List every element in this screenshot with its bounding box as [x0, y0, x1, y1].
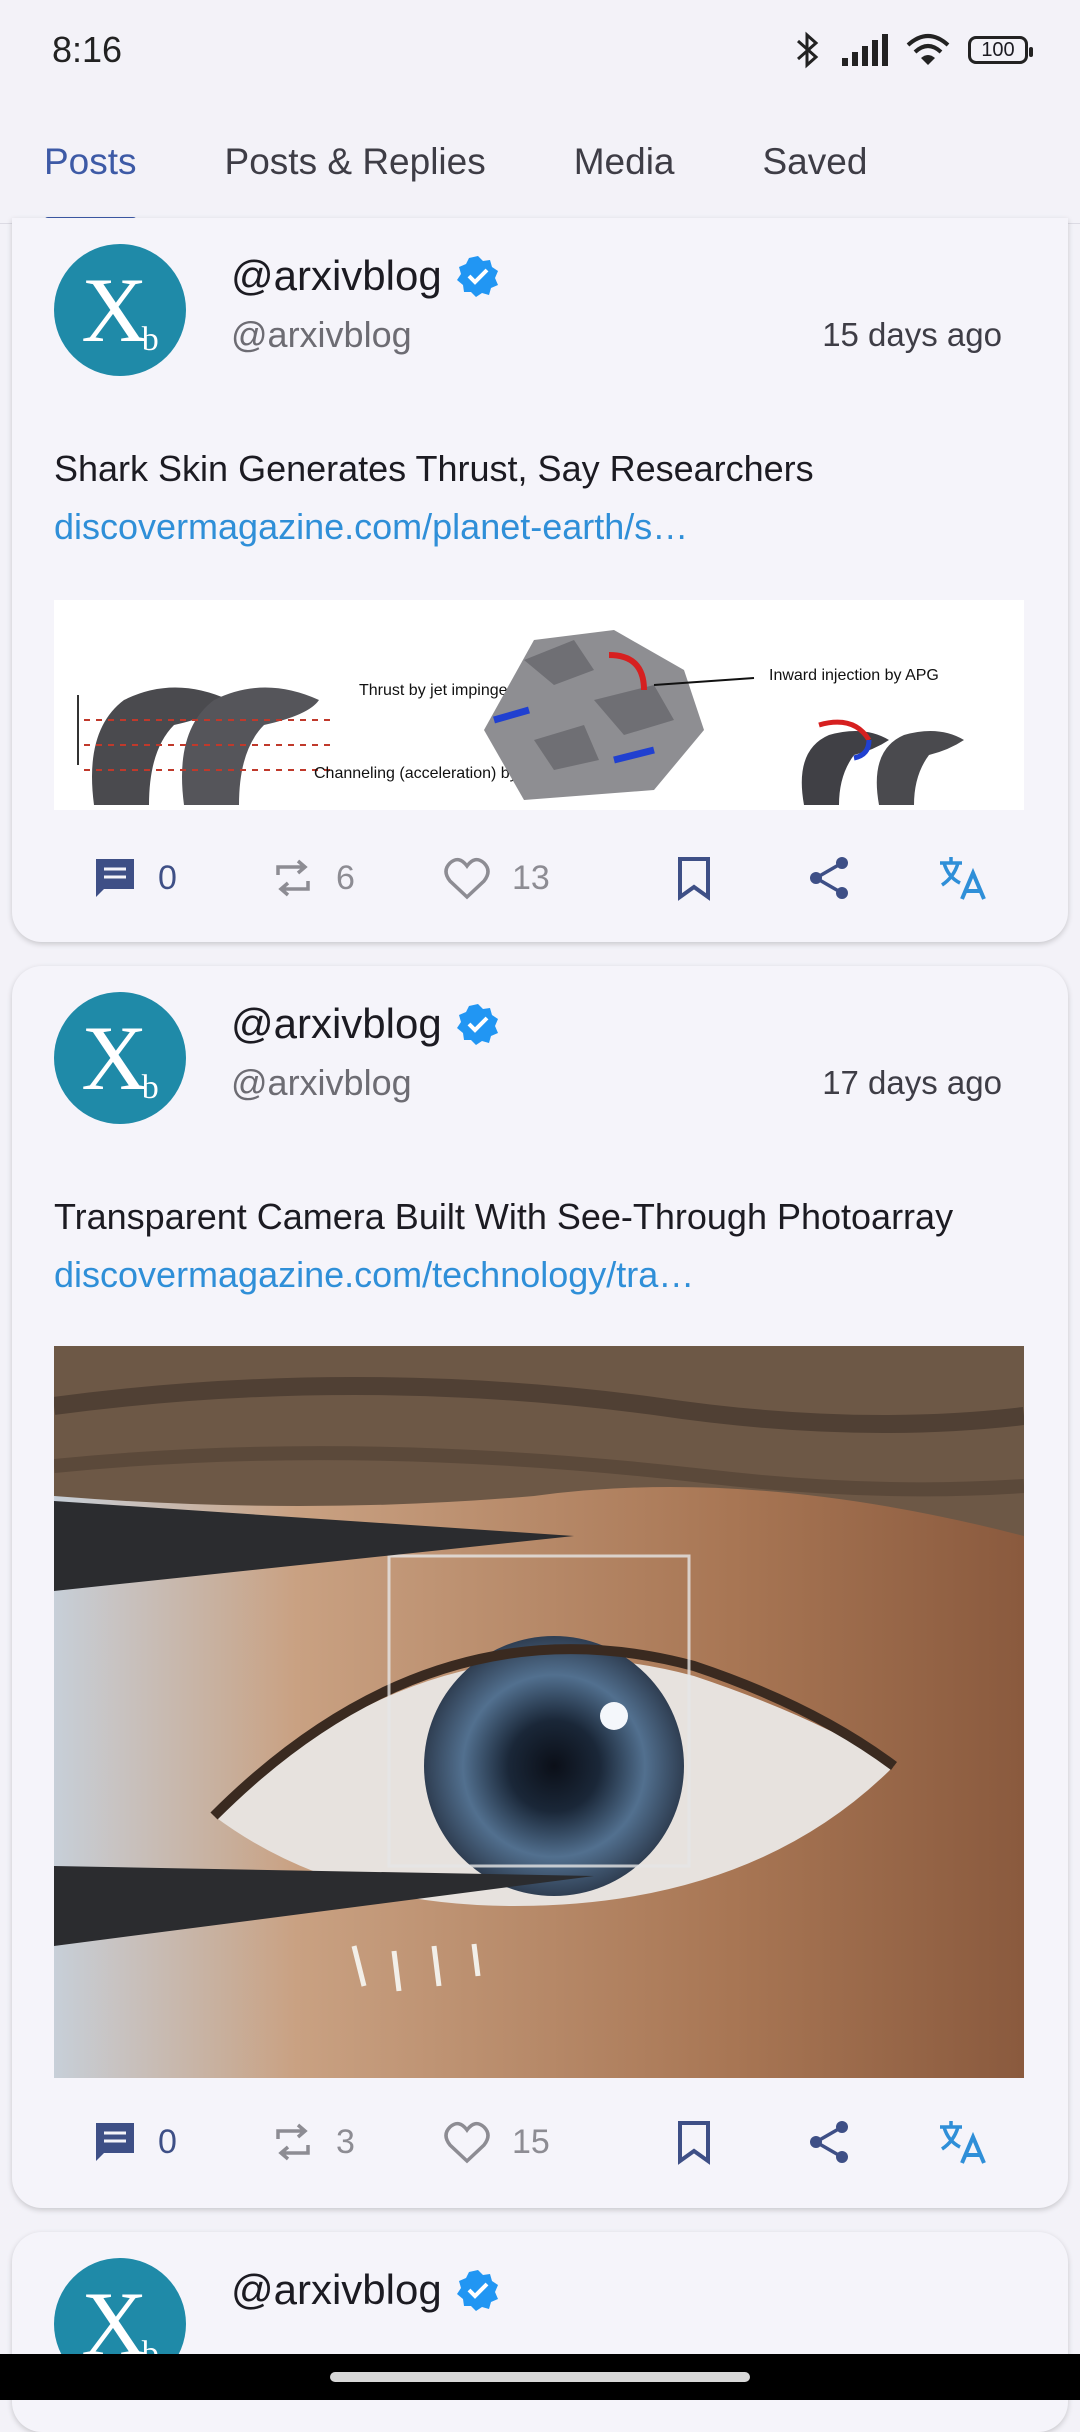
like-button[interactable]: 15	[442, 2102, 550, 2182]
signal-icon	[842, 34, 888, 66]
display-name-text: @arxivblog	[231, 1000, 442, 1047]
tab-saved[interactable]: Saved	[763, 100, 868, 224]
like-count: 13	[512, 858, 550, 897]
handle: @arxivblog	[231, 1062, 412, 1103]
display-name-text: @arxivblog	[231, 2266, 442, 2313]
post-body: Transparent Camera Built With See-Throug…	[54, 1196, 954, 1237]
display-name[interactable]: @arxivblog	[231, 1000, 500, 1048]
heart-icon	[444, 857, 490, 900]
reply-button[interactable]: 0	[92, 838, 177, 918]
translate-icon	[940, 2121, 986, 2164]
media-label-3: Inward injection by APG	[769, 667, 939, 684]
comment-icon	[96, 2123, 134, 2161]
display-name[interactable]: @arxivblog	[231, 2266, 500, 2314]
bluetooth-icon	[797, 31, 819, 69]
translate-icon	[940, 857, 986, 900]
share-button[interactable]	[806, 838, 852, 918]
post-text: Transparent Camera Built With See-Throug…	[54, 1188, 1034, 1304]
tab-label: Saved	[762, 140, 868, 182]
post-card[interactable]: Xb @arxivblog @arxivblog 17 days ago Tra…	[12, 966, 1068, 2208]
share-icon	[810, 2121, 848, 2163]
status-time: 8:16	[52, 29, 123, 70]
avatar[interactable]: Xb	[54, 992, 186, 1124]
wifi-icon	[906, 34, 950, 65]
post-body: Shark Skin Generates Thrust, Say Researc…	[54, 448, 814, 489]
bookmark-icon	[678, 2121, 710, 2165]
like-count: 15	[512, 2122, 550, 2161]
reply-count: 0	[158, 2122, 177, 2161]
post-text: Shark Skin Generates Thrust, Say Researc…	[54, 440, 1034, 556]
home-gesture-handle[interactable]	[330, 2372, 750, 2382]
reply-button[interactable]: 0	[92, 2102, 177, 2182]
handle: @arxivblog	[231, 314, 412, 355]
navigation-bar	[0, 2354, 1080, 2400]
verified-badge-icon	[456, 1004, 498, 1045]
battery-icon: 100	[968, 36, 1033, 64]
display-name-text: @arxivblog	[231, 252, 442, 299]
repost-icon	[276, 859, 310, 897]
repost-button[interactable]: 3	[270, 2102, 355, 2182]
post-actions: 0 3 15	[12, 2102, 1068, 2182]
translate-button[interactable]	[936, 838, 990, 918]
tab-media[interactable]: Media	[574, 100, 675, 224]
tab-label: Posts	[44, 140, 137, 182]
post-link[interactable]: discovermagazine.com/planet-earth/s…	[54, 498, 1034, 556]
timestamp: 17 days ago	[822, 1064, 1002, 1101]
post-image[interactable]	[54, 1346, 1024, 2078]
reply-count: 0	[158, 858, 177, 897]
bookmark-icon	[678, 857, 710, 901]
translate-button[interactable]	[936, 2102, 990, 2182]
tab-label: Media	[573, 140, 675, 182]
tab-label: Posts & Replies	[224, 140, 486, 182]
bookmark-button[interactable]	[674, 2102, 714, 2182]
share-button[interactable]	[806, 2102, 852, 2182]
repost-button[interactable]: 6	[270, 838, 355, 918]
post-link[interactable]: discovermagazine.com/technology/tra…	[54, 1254, 694, 1295]
tab-posts[interactable]: Posts	[44, 100, 137, 224]
verified-badge-icon	[456, 256, 498, 297]
post-card[interactable]: Xb @arxivblog @arxivblog 15 days ago Sha…	[12, 218, 1068, 942]
post-actions: 0 6 13	[12, 838, 1068, 918]
display-name[interactable]: @arxivblog	[231, 252, 500, 300]
eye-photo	[54, 1346, 1024, 2078]
share-icon	[810, 857, 848, 899]
comment-icon	[96, 859, 134, 897]
tab-posts-replies[interactable]: Posts & Replies	[225, 100, 486, 224]
post-image[interactable]: Thrust by jet impingement & shear Channe…	[54, 600, 1024, 810]
bookmark-button[interactable]	[674, 838, 714, 918]
status-icons: 100	[794, 31, 1033, 69]
timestamp: 15 days ago	[822, 316, 1002, 353]
like-button[interactable]: 13	[442, 838, 550, 918]
heart-icon	[444, 2121, 490, 2164]
status-bar: 8:16 100	[0, 0, 1080, 100]
repost-count: 6	[336, 858, 355, 897]
repost-count: 3	[336, 2122, 355, 2161]
post-card[interactable]: Xb @arxivblog	[12, 2232, 1068, 2432]
verified-badge-icon	[456, 2270, 498, 2311]
avatar[interactable]: Xb	[54, 244, 186, 376]
profile-tabs: Posts Posts & Replies Media Saved	[0, 100, 1080, 224]
shark-skin-diagram: Thrust by jet impingement & shear Channe…	[77, 630, 964, 805]
repost-icon	[276, 2123, 310, 2161]
